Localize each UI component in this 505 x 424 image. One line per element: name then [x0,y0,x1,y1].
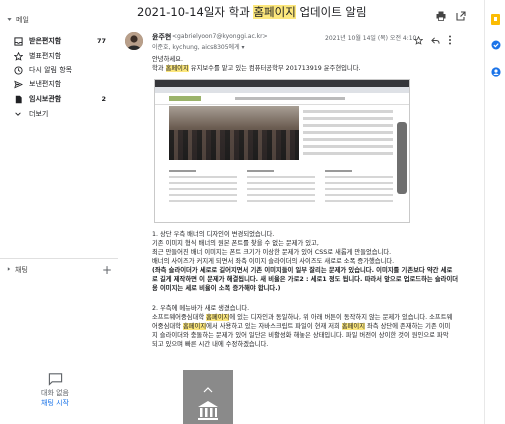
body-line-bold: (좌측 슬라이더가 세로로 길어지면서 기존 이미지들이 일부 잘리는 문제가 … [152,267,453,274]
body-highlight: 홈페이지 [182,323,207,330]
body-line: 어중심대학 홈페이지에서 사용하고 있는 자바스크립트 파일이 현재 저희 홈페… [152,322,450,331]
start-chat-link[interactable]: 채팅 시작 [25,398,85,408]
building-icon [197,400,219,424]
body-line-bold: 로 길게 제작하면 이 문제가 해결됩니다. 새 비율은 가로2 : 세로1 정… [152,276,459,283]
quick-menu-rail [397,122,407,194]
inbox-icon [13,36,23,46]
sidebar-item-label: 임시보관함 [29,95,62,103]
star-icon[interactable] [413,30,424,49]
open-new-window-icon[interactable] [456,6,466,25]
body-highlight: 홈페이지 [206,314,230,321]
sidebar-item-more[interactable]: 더보기 [0,107,116,121]
site-header [155,93,409,105]
body-line: 최근 만들어진 배너 이미지는 폰트 크기가 이상한 문제가 있어 CSS로 새… [152,249,392,256]
body-span: 에 있는 디자인과 동일하나, 위 아래 버튼이 동작하지 않는 문제가 있습니… [229,314,453,321]
chevron-right-icon [6,266,12,274]
body-line: 2. 우측에 메뉴바가 새로 생겼습니다. [152,305,250,312]
gmail-window: 메일 받은편지함 77 별표편지함 다시 알림 항목 보낸편지함 임시보관함 2… [0,0,505,424]
chevron-down-icon [6,16,13,25]
banner-area [303,106,393,160]
subject-text: 2021-10-14일자 학과 [137,5,254,19]
reply-icon[interactable] [431,30,440,49]
body-line-bold: 용 이미지는 세로 비율이 소폭 증가해야 합니다.) [152,285,281,292]
sidebar-item-label: 다시 알림 항목 [29,66,73,74]
body-line: 되고 있으며 빠른 시간 내에 수정하겠습니다. [152,341,269,348]
avatar[interactable] [125,32,143,50]
mail-section-label: 메일 [16,16,29,24]
body-highlight: 홈페이지 [165,65,189,72]
sender-name: 윤주현 [152,33,172,41]
message-toolbar [436,6,466,25]
message-actions [413,30,452,49]
notice-column [169,166,237,218]
body-line: 1. 상단 우측 배너의 디자인이 변경되었습니다. [152,231,275,238]
chevron-up-icon [203,378,213,397]
sidebar-item-label: 보낸편지함 [29,80,62,88]
send-icon [13,79,23,89]
browser-titlebar [155,80,409,87]
embedded-website-screenshot[interactable] [154,79,410,223]
sidebar-item-snoozed[interactable]: 다시 알림 항목 [0,63,116,77]
recipients-dropdown[interactable]: 이준호, kychung, aics8305에게 ▾ [152,42,245,51]
tasks-icon[interactable] [491,35,501,50]
no-conversations-label: 대화 없음 [41,389,69,397]
body-line: 지 슬라이더와 충돌하는 문제가 있어 일단은 비활성화 해놓은 상태입니다. … [152,332,449,339]
sidebar-item-label: 받은편지함 [29,37,62,45]
body-line: 배너의 사이즈가 커지게 되면서 좌측 이미지 슬라이더의 사이즈도 새로로 소… [152,258,395,265]
body-span: 소프트웨어중심대학 [152,314,207,321]
body-span: 좌측 상단에 존재하는 기존 이미 [365,323,451,330]
new-chat-plus-icon[interactable]: + [102,264,112,276]
sender-email: <gabrielyoon7@kyonggi.ac.kr> [172,33,268,40]
chevron-down-icon [13,109,23,119]
chat-section-header[interactable]: 채팅 + [6,264,112,276]
sidebar-divider [0,258,118,259]
sidebar-item-label: 더보기 [29,110,49,118]
right-side-panel [484,0,505,424]
unread-count: 77 [96,37,106,45]
chat-section-label: 채팅 [15,266,28,274]
body-line: 기존 이미지 형식 배너의 원본 폰트를 찾을 수 없는 문제가 있고, [152,240,319,247]
crowd-photo [169,130,299,160]
sidebar-item-inbox[interactable]: 받은편지함 77 [0,34,116,48]
body-span: 에서 사용하고 있는 자바스크립트 파일이 현재 저희 [206,323,342,330]
sidebar-item-sent[interactable]: 보낸편지함 [0,77,116,91]
body-line: 소프트웨어중심대학 홈페이지에 있는 디자인과 동일하나, 위 아래 버튼이 동… [152,313,452,322]
draft-count: 2 [101,95,106,103]
empty-chat-panel: 대화 없음 채팅 시작 [25,372,85,408]
draft-icon [13,94,23,104]
notice-column [247,166,315,218]
sidebar-item-label: 별표편지함 [29,52,62,60]
body-span: 유지보수를 맡고 있는 컴퓨터공학부 201713919 윤주현입니다. [188,65,361,72]
keep-icon[interactable] [491,10,500,25]
notice-column [325,166,393,218]
message-subject: 2021-10-14일자 학과 홈페이지 업데이트 알림 [137,4,367,20]
more-options-icon[interactable] [448,30,452,49]
site-menu [235,97,345,100]
contacts-icon[interactable] [491,62,501,77]
intro-text: 학과 홈페이지 유지보수를 맡고 있는 컴퓨터공학부 201713919 윤주현… [152,64,361,73]
sidebar-item-drafts[interactable]: 임시보관함 2 [0,92,116,106]
chat-bubble-icon [25,372,85,386]
notice-columns [169,166,393,218]
subject-text: 업데이트 알림 [295,5,367,19]
body-span: 학과 [152,65,166,72]
attached-image-preview[interactable] [183,370,233,424]
clock-icon [13,65,23,75]
body-span: 어중심대학 [152,323,183,330]
print-icon[interactable] [436,6,446,25]
sidebar-item-starred[interactable]: 별표편지함 [0,49,116,63]
greeting-text: 안녕하세요. [152,56,183,63]
site-logo [169,96,201,101]
message-date: 2021년 10월 14일 (목) 오전 4:10 [325,35,417,42]
star-icon [13,51,23,61]
slider-image [169,106,299,160]
body-highlight: 홈페이지 [341,323,366,330]
subject-highlight: 홈페이지 [253,5,296,19]
mail-section-header[interactable]: 메일 [6,15,29,25]
sidebar: 메일 받은편지함 77 별표편지함 다시 알림 항목 보낸편지함 임시보관함 2… [0,0,118,424]
